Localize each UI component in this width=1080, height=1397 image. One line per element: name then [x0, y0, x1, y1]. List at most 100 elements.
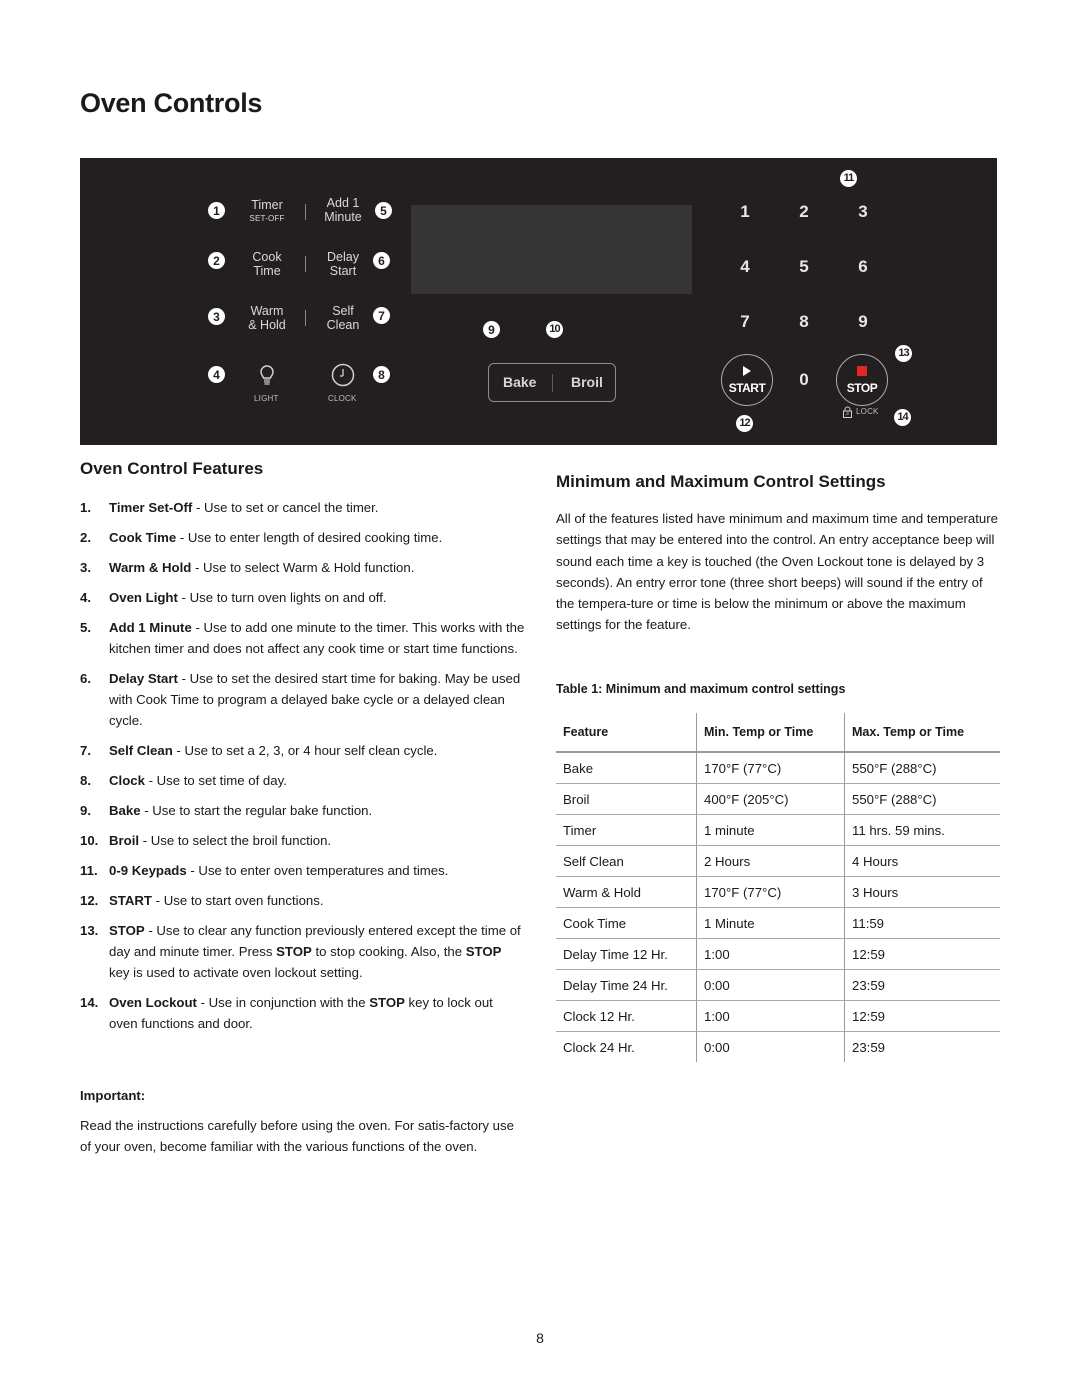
table-cell: 3 Hours — [844, 876, 1000, 908]
timer-label: Timer — [251, 198, 283, 212]
clock-key[interactable] — [330, 362, 356, 388]
feature-item: 14. Oven Lockout - Use in conjunction wit… — [80, 995, 493, 1031]
light-bulb-icon — [260, 365, 274, 385]
feature-desc: - Use to enter oven temperatures and tim… — [186, 863, 449, 878]
stop-label: STOP — [846, 381, 878, 395]
feature-item: 8. Clock - Use to set time of day. — [80, 773, 287, 788]
feature-item: 12. START - Use to start oven functions. — [80, 893, 324, 908]
important-text: Read the instructions carefully before u… — [80, 1118, 514, 1154]
feature-item: 11. 0-9 Keypads - Use to enter oven tempe… — [80, 863, 449, 878]
key-separator — [305, 256, 306, 272]
table-row: Bake 170°F (77°C) 550°F (288°C) — [556, 752, 1000, 784]
feature-item: 9. Bake - Use to start the regular bake f… — [80, 803, 373, 818]
clock-label: CLOCK — [328, 394, 357, 403]
feature-desc: - Use to select Warm & Hold function. — [191, 560, 415, 575]
cook-time-line1: Cook — [252, 250, 282, 264]
table-cell: 550°F (288°C) — [844, 783, 1000, 815]
light-label: LIGHT — [254, 394, 279, 403]
table-row: Delay Time 12 Hr. 1:00 12:59 — [556, 938, 1000, 970]
table-row: Warm & Hold 170°F (77°C) 3 Hours — [556, 876, 1000, 908]
callout-2: 2 — [208, 252, 225, 269]
feature-desc: - Use to set time of day. — [144, 773, 287, 788]
table-cell: 0:00 — [696, 969, 845, 1001]
table-cell: Timer — [556, 814, 697, 846]
keypad-2[interactable]: 2 — [792, 202, 816, 222]
table-cell: 550°F (288°C) — [844, 752, 1000, 784]
keypad-8[interactable]: 8 — [792, 312, 816, 332]
add-minute-line2: Minute — [324, 210, 362, 224]
keypad-9[interactable]: 9 — [851, 312, 875, 332]
feature-desc: - Use to enter length of desired cooking… — [176, 530, 443, 545]
table-cell: 12:59 — [844, 938, 1000, 970]
callout-11: 11 — [840, 170, 857, 187]
keypad-6[interactable]: 6 — [851, 257, 875, 277]
self-clean-key[interactable]: Self Clean — [308, 304, 378, 332]
keypad-3[interactable]: 3 — [851, 202, 875, 222]
callout-8: 8 — [373, 366, 390, 383]
table-cell: 400°F (205°C) — [696, 783, 845, 815]
page-number: 8 — [536, 1330, 544, 1346]
table-cell: 170°F (77°C) — [696, 752, 845, 784]
settings-intro: All of the features listed have minimum … — [556, 511, 998, 633]
play-icon — [743, 366, 751, 376]
timer-key[interactable]: Timer SET-OFF — [232, 198, 302, 226]
feature-term: Bake — [109, 803, 141, 818]
feature-item: 1. Timer Set-Off - Use to set or cancel t… — [80, 500, 379, 515]
broil-button[interactable]: Broil — [571, 374, 603, 390]
table-cell: Delay Time 12 Hr. — [556, 938, 697, 970]
feature-term: Oven Light — [109, 590, 178, 605]
delay-start-key[interactable]: Delay Start — [308, 250, 378, 278]
key-separator — [305, 310, 306, 326]
add-minute-key[interactable]: Add 1 Minute — [308, 196, 378, 224]
self-clean-line1: Self — [332, 304, 354, 318]
warm-hold-key[interactable]: Warm & Hold — [232, 304, 302, 332]
start-label: START — [728, 381, 766, 395]
feature-item: 3. Warm & Hold - Use to select Warm & Hol… — [80, 560, 415, 575]
table-cell: 2 Hours — [696, 845, 845, 877]
feature-desc: - Use to turn oven lights on and off. — [177, 590, 387, 605]
table-cell: 1:00 — [696, 1000, 845, 1032]
feature-item: 6. Delay Start - Use to set the desired s… — [80, 671, 521, 728]
feature-desc: - Use to start the regular bake function… — [140, 803, 373, 818]
table-row: Self Clean 2 Hours 4 Hours — [556, 845, 1000, 877]
feature-term: Delay Start — [109, 671, 178, 686]
feature-term: Clock — [109, 773, 145, 788]
table-cell: 23:59 — [844, 969, 1000, 1001]
feature-term: Oven Lockout — [109, 995, 197, 1010]
table-cell: 1:00 — [696, 938, 845, 970]
warm-hold-line1: Warm — [250, 304, 284, 318]
table-cell: 4 Hours — [844, 845, 1000, 877]
key-separator — [305, 204, 306, 220]
table-cell: Warm & Hold — [556, 876, 697, 908]
bake-broil-group: Bake Broil — [488, 363, 616, 402]
keypad-4[interactable]: 4 — [733, 257, 757, 277]
stop-button[interactable]: STOP — [836, 354, 888, 406]
cook-time-key[interactable]: Cook Time — [232, 250, 302, 278]
settings-table: Feature Min. Temp or Time Max. Temp or T… — [556, 713, 1000, 1062]
feature-item: 13. STOP - Use to clear any function prev… — [80, 923, 521, 980]
keypad-7[interactable]: 7 — [733, 312, 757, 332]
column-header: Max. Temp or Time — [844, 713, 1000, 753]
callout-4: 4 — [208, 366, 225, 383]
table-row: Broil 400°F (205°C) 550°F (288°C) — [556, 783, 1000, 815]
keypad-1[interactable]: 1 — [733, 202, 757, 222]
feature-term: Add 1 Minute — [109, 620, 192, 635]
callout-14: 14 — [894, 409, 911, 426]
feature-term: Timer Set-Off — [109, 500, 193, 515]
feature-desc: - Use to set or cancel the timer. — [192, 500, 379, 515]
clock-icon — [331, 363, 355, 387]
bake-button[interactable]: Bake — [503, 374, 536, 390]
keypad-0[interactable]: 0 — [792, 370, 816, 390]
table-row: Cook Time 1 Minute 11:59 — [556, 907, 1000, 939]
callout-1: 1 — [208, 202, 225, 219]
delay-start-line1: Delay — [327, 250, 359, 264]
add-minute-line1: Add 1 — [326, 196, 360, 210]
keypad-5[interactable]: 5 — [792, 257, 816, 277]
start-button[interactable]: START — [721, 354, 773, 406]
feature-desc: - Use to select the broil function. — [139, 833, 332, 848]
feature-term: Cook Time — [109, 530, 177, 545]
table-row: Clock 12 Hr. 1:00 12:59 — [556, 1000, 1000, 1032]
table-row: Delay Time 24 Hr. 0:00 23:59 — [556, 969, 1000, 1001]
table-cell: 1 minute — [696, 814, 845, 846]
features-list: 1. Timer Set-Off - Use to set or cancel t… — [80, 497, 525, 1043]
